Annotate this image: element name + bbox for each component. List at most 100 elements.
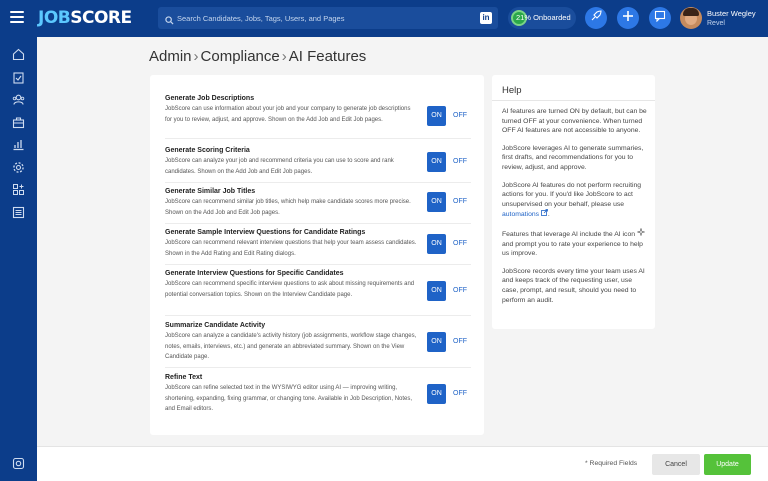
on-button[interactable]: ON [427, 234, 446, 254]
off-button[interactable]: OFF [453, 106, 467, 126]
feature-description: JobScore can recommend specific intervie… [165, 281, 415, 298]
briefcase-icon [12, 117, 25, 129]
rocket-icon [590, 9, 602, 27]
user-menu[interactable]: Buster Wegley Revel [707, 9, 756, 29]
automations-link[interactable]: automations [502, 209, 548, 218]
feature-description: JobScore can analyze your job and recomm… [165, 158, 394, 175]
on-button[interactable]: ON [427, 192, 446, 212]
on-button[interactable]: ON [427, 384, 446, 404]
off-button[interactable]: OFF [453, 281, 467, 301]
feature-description: JobScore can analyze a candidate's activ… [165, 333, 417, 360]
feature-toggle: ON OFF [427, 281, 473, 301]
search-input[interactable] [177, 9, 467, 27]
feature-description: JobScore can refine selected text in the… [165, 385, 413, 412]
feature-title: Generate Scoring Criteria [165, 147, 250, 154]
sidebar-item-candidates[interactable] [12, 93, 25, 106]
linkedin-icon[interactable]: in [480, 12, 492, 24]
help-body: AI features are turned ON by default, bu… [502, 107, 648, 313]
sidebar [0, 37, 37, 481]
rocket-button[interactable] [585, 7, 607, 29]
user-org: Revel [707, 20, 725, 27]
breadcrumb: Admin › Compliance › AI Features [149, 48, 366, 65]
sidebar-item-jobs[interactable] [12, 116, 25, 129]
settings-bottom-icon [12, 457, 25, 470]
list-icon [12, 206, 25, 219]
sidebar-item-lists[interactable] [12, 206, 25, 219]
breadcrumb-compliance[interactable]: Compliance [201, 48, 280, 65]
page-title: AI Features [288, 48, 367, 65]
clipboard-icon [13, 72, 24, 84]
feature-title: Generate Interview Questions for Specifi… [165, 270, 344, 277]
feature-row: Refine Text JobScore can refine selected… [165, 374, 471, 420]
sidebar-item-settings[interactable] [12, 161, 25, 174]
search-bar: in [158, 7, 498, 29]
breadcrumb-separator: › [281, 48, 287, 65]
apps-icon [13, 184, 24, 195]
ai-features-card: Generate Job Descriptions JobScore can u… [150, 75, 484, 435]
feature-toggle: ON OFF [427, 332, 473, 352]
chat-button[interactable] [649, 7, 671, 29]
feature-title: Generate Similar Job Titles [165, 188, 256, 195]
help-paragraph: JobScore AI features do not perform recr… [502, 181, 642, 219]
feature-toggle: ON OFF [427, 192, 473, 212]
off-button[interactable]: OFF [453, 152, 467, 172]
footer-bar: * Required Fields Cancel Update [37, 446, 768, 481]
breadcrumb-admin[interactable]: Admin [149, 48, 192, 65]
feature-title: Generate Sample Interview Questions for … [165, 229, 366, 236]
external-link-icon [541, 209, 548, 217]
feature-toggle: ON OFF [427, 234, 473, 254]
help-paragraph: JobScore leverages AI to generate summar… [502, 144, 644, 171]
feature-toggle: ON OFF [427, 106, 473, 126]
ai-sparkle-icon [636, 227, 646, 237]
sidebar-item-tasks[interactable] [12, 71, 25, 84]
off-button[interactable]: OFF [453, 234, 467, 254]
off-button[interactable]: OFF [453, 192, 467, 212]
help-paragraph: Features that leverage AI include the AI… [502, 227, 648, 259]
help-paragraph: AI features are turned ON by default, bu… [502, 108, 647, 135]
chat-icon [654, 9, 666, 27]
sidebar-item-apps[interactable] [12, 183, 25, 196]
home-icon [12, 48, 25, 61]
update-button[interactable]: Update [704, 454, 751, 475]
sidebar-item-home[interactable] [12, 48, 25, 61]
onboarded-label: 21% Onboarded [516, 13, 571, 22]
hamburger-icon[interactable] [10, 11, 24, 23]
feature-row: Summarize Candidate Activity JobScore ca… [165, 322, 471, 368]
feature-title: Refine Text [165, 374, 203, 381]
on-button[interactable]: ON [427, 332, 446, 352]
off-button[interactable]: OFF [453, 332, 467, 352]
on-button[interactable]: ON [427, 152, 446, 172]
off-button[interactable]: OFF [453, 384, 467, 404]
feature-toggle: ON OFF [427, 152, 473, 172]
help-panel: Help AI features are turned ON by defaul… [492, 75, 655, 329]
plus-icon [622, 9, 634, 27]
sidebar-item-reports[interactable] [12, 138, 25, 151]
help-paragraph: JobScore records every time your team us… [502, 267, 645, 304]
feature-row: Generate Job Descriptions JobScore can u… [165, 95, 471, 139]
cancel-button[interactable]: Cancel [652, 454, 700, 475]
sidebar-item-preferences[interactable] [12, 457, 25, 470]
top-bar: JOBSCORE in 21% Onboarded Buster Wegley … [0, 0, 768, 37]
feature-row: Generate Interview Questions for Specifi… [165, 270, 471, 316]
users-icon [12, 94, 25, 105]
onboarded-progress[interactable]: 21% Onboarded [508, 7, 576, 29]
user-name: Buster Wegley [707, 9, 756, 18]
gear-icon [13, 162, 24, 173]
feature-row: Generate Sample Interview Questions for … [165, 229, 471, 265]
on-button[interactable]: ON [427, 106, 446, 126]
feature-toggle: ON OFF [427, 384, 473, 404]
feature-description: JobScore can use information about your … [165, 106, 411, 123]
add-button[interactable] [617, 7, 639, 29]
required-fields-note: * Required Fields [585, 460, 638, 467]
search-icon [165, 12, 174, 30]
on-button[interactable]: ON [427, 281, 446, 301]
chart-icon [13, 140, 24, 151]
feature-description: JobScore can recommend relevant intervie… [165, 240, 417, 257]
feature-row: Generate Similar Job Titles JobScore can… [165, 188, 471, 224]
feature-title: Summarize Candidate Activity [165, 322, 266, 329]
feature-description: JobScore can recommend similar job title… [165, 199, 411, 216]
breadcrumb-separator: › [193, 48, 199, 65]
avatar[interactable] [680, 7, 702, 29]
logo[interactable]: JOBSCORE [38, 8, 132, 28]
feature-title: Generate Job Descriptions [165, 95, 255, 102]
